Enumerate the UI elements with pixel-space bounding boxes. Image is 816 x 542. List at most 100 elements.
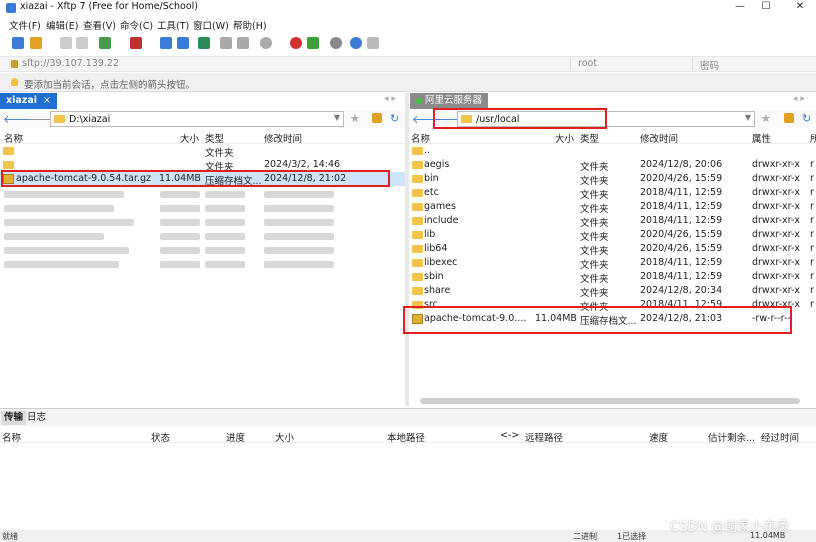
list-item[interactable]: lib64 文件夹 2020/4/26, 15:59 drwxr-xr-x r: [409, 242, 816, 257]
tab-close-icon[interactable]: ×: [43, 95, 51, 106]
list-item[interactable]: share 文件夹 2024/12/8, 20:34 drwxr-xr-x r: [409, 284, 816, 299]
local-path-input[interactable]: D:\xiazai ▼: [50, 111, 344, 127]
close-button[interactable]: ✕: [786, 0, 814, 16]
new-folder-icon[interactable]: [177, 37, 189, 49]
refresh-icon[interactable]: ↻: [390, 112, 399, 125]
list-item[interactable]: libexec 文件夹 2018/4/11, 12:59 drwxr-xr-x …: [409, 256, 816, 271]
tab-remote[interactable]: 阿里云服务器: [410, 93, 489, 109]
blurred-row: [205, 247, 245, 254]
horizontal-scrollbar[interactable]: [420, 398, 800, 404]
col-modified[interactable]: 修改时间: [264, 131, 302, 145]
menu-view[interactable]: 查看(V): [83, 18, 116, 32]
host-input[interactable]: sftp://39.107.139.22: [22, 58, 119, 69]
row-name: apache-tomcat-9.0.54.tar.gz: [16, 173, 152, 184]
folder-icon: [412, 189, 423, 197]
row-owner: r: [810, 299, 814, 310]
tab-transfer[interactable]: 传输: [1, 411, 27, 425]
list-item[interactable]: include 文件夹 2018/4/11, 12:59 drwxr-xr-x …: [409, 214, 816, 229]
refresh-icon[interactable]: ↻: [802, 112, 811, 125]
col-speed[interactable]: 速度: [649, 430, 668, 444]
help-icon[interactable]: [350, 37, 362, 49]
col-size[interactable]: 大小: [275, 430, 294, 444]
col-progress[interactable]: 进度: [226, 430, 245, 444]
menu-help[interactable]: 帮助(H): [233, 18, 267, 32]
list-item[interactable]: lib 文件夹 2020/4/26, 15:59 drwxr-xr-x r: [409, 228, 816, 243]
list-item[interactable]: src 文件夹 2018/4/11, 12:59 drwxr-xr-x r: [409, 298, 816, 313]
list-item[interactable]: ..: [409, 144, 816, 158]
col-size[interactable]: 大小: [555, 131, 574, 145]
new-session-icon[interactable]: [12, 37, 24, 49]
paste-icon[interactable]: [237, 37, 249, 49]
minimize-button[interactable]: —: [726, 0, 754, 16]
list-item[interactable]: 文件夹 2024/3/2, 14:46: [0, 158, 405, 173]
title-bar: xiazai - Xftp 7 (Free for Home/School) —…: [0, 0, 816, 16]
blurred-row: [205, 191, 245, 198]
col-type[interactable]: 类型: [580, 131, 599, 145]
row-name: ..: [424, 145, 431, 156]
col-name[interactable]: 名称: [411, 131, 430, 145]
list-item[interactable]: aegis 文件夹 2024/12/8, 20:06 drwxr-xr-x r: [409, 158, 816, 173]
sync-icon[interactable]: [99, 37, 111, 49]
list-item[interactable]: etc 文件夹 2018/4/11, 12:59 drwxr-xr-x r: [409, 186, 816, 201]
folder-up-icon[interactable]: [784, 113, 794, 123]
blurred-row: [4, 261, 119, 268]
list-item[interactable]: sbin 文件夹 2018/4/11, 12:59 drwxr-xr-x r: [409, 270, 816, 285]
list-item[interactable]: games 文件夹 2018/4/11, 12:59 drwxr-xr-x r: [409, 200, 816, 215]
col-name[interactable]: 名称: [2, 430, 21, 444]
password-input[interactable]: 密码: [700, 58, 719, 72]
xshell-icon[interactable]: [290, 37, 302, 49]
chevron-down-icon[interactable]: ▼: [334, 113, 340, 122]
menu-edit[interactable]: 编辑(E): [46, 18, 78, 32]
chat-icon[interactable]: [367, 37, 379, 49]
col-type[interactable]: 类型: [205, 131, 224, 145]
tab-local[interactable]: xiazai ×: [0, 93, 57, 109]
row-type: 文件夹: [580, 260, 609, 271]
row-modified: 2024/12/8, 20:06: [640, 159, 723, 170]
divider: [692, 57, 693, 71]
col-owner[interactable]: 所: [810, 131, 816, 145]
col-size[interactable]: 大小: [180, 131, 199, 145]
menu-tools[interactable]: 工具(T): [157, 18, 189, 32]
open-folder-icon[interactable]: [30, 37, 42, 49]
col-local-path[interactable]: 本地路径: [387, 430, 425, 444]
col-elapsed[interactable]: 经过时间: [761, 430, 799, 444]
folder-up-icon: [412, 147, 423, 155]
gear-icon[interactable]: [330, 37, 342, 49]
row-type: 文件夹: [205, 162, 234, 173]
username-input[interactable]: root: [578, 58, 597, 69]
folder-up-icon[interactable]: [372, 113, 382, 123]
chevron-down-icon[interactable]: ▼: [745, 113, 751, 122]
remote-path-input[interactable]: /usr/local ▼: [457, 111, 755, 127]
col-direction[interactable]: <->: [500, 430, 519, 441]
bookmark-icon[interactable]: ★: [350, 112, 360, 125]
col-eta[interactable]: 估计剩余...: [708, 430, 755, 444]
connect-icon[interactable]: [60, 37, 72, 49]
disconnect-icon[interactable]: [76, 37, 88, 49]
list-item[interactable]: apache-tomcat-9.0.... 11.04MB 压缩存档文... 2…: [409, 312, 816, 327]
list-item[interactable]: 文件夹: [0, 144, 405, 159]
list-item[interactable]: bin 文件夹 2020/4/26, 15:59 drwxr-xr-x r: [409, 172, 816, 187]
col-modified[interactable]: 修改时间: [640, 131, 678, 145]
menu-window[interactable]: 窗口(W): [193, 18, 229, 32]
col-remote-path[interactable]: 远程路径: [525, 430, 563, 444]
menu-command[interactable]: 命令(C): [120, 18, 153, 32]
globe-icon[interactable]: [260, 37, 272, 49]
tab-scroll-icon[interactable]: ◂ ▸: [384, 94, 396, 104]
col-attributes[interactable]: 属性: [752, 131, 771, 145]
blurred-row: [4, 219, 134, 226]
transfer-icon[interactable]: [130, 37, 142, 49]
menu-file[interactable]: 文件(F): [9, 18, 41, 32]
tab-scroll-icon[interactable]: ◂ ▸: [793, 94, 805, 104]
tab-log[interactable]: 日志: [24, 411, 49, 425]
maximize-button[interactable]: ☐: [752, 0, 780, 16]
terminal-icon[interactable]: [307, 37, 319, 49]
col-name[interactable]: 名称: [4, 131, 23, 145]
new-file-icon[interactable]: [160, 37, 172, 49]
refresh-icon[interactable]: [198, 37, 210, 49]
row-owner: r: [810, 285, 814, 296]
bookmark-icon[interactable]: ★: [761, 112, 771, 125]
col-status[interactable]: 状态: [151, 430, 170, 444]
copy-icon[interactable]: [220, 37, 232, 49]
row-name: include: [424, 215, 459, 226]
list-item[interactable]: apache-tomcat-9.0.54.tar.gz 11.04MB 压缩存档…: [0, 172, 405, 187]
